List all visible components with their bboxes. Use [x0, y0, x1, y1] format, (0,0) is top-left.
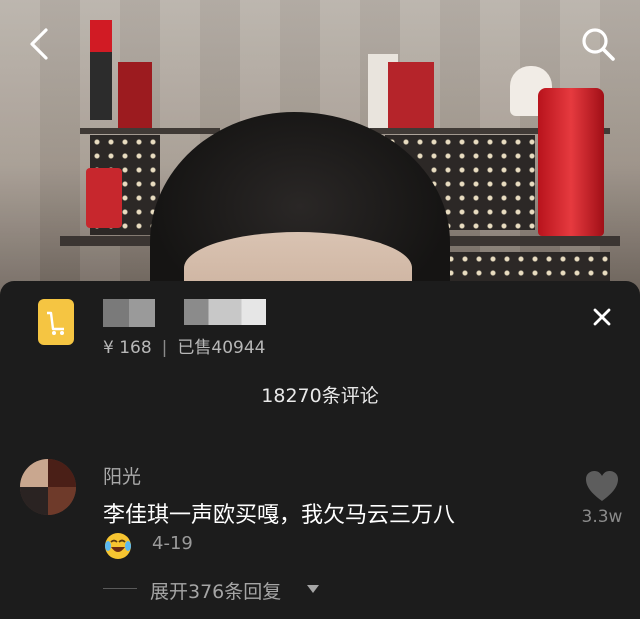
close-icon: [593, 308, 611, 326]
avatar[interactable]: [20, 459, 76, 515]
comment-text: 李佳琪一声欧买嘎，我欠马云三万八: [103, 503, 456, 528]
divider: |: [161, 338, 168, 358]
product-cart-button[interactable]: [38, 299, 74, 345]
heart-icon: [586, 471, 618, 501]
comment-username[interactable]: 阳光: [103, 462, 141, 489]
product-name-blurred: [103, 299, 155, 327]
caret-down-icon: [307, 585, 319, 593]
expand-replies-button[interactable]: 展开376条回复: [150, 577, 281, 604]
cosmetics-rack: [430, 252, 610, 282]
search-button[interactable]: [578, 24, 618, 64]
decor-item: [86, 168, 122, 228]
close-button[interactable]: [588, 303, 616, 331]
product-name-blurred: [184, 299, 266, 325]
shelf: [80, 128, 220, 134]
laughing-crying-emoji-icon: [105, 533, 131, 559]
back-button[interactable]: [22, 26, 58, 62]
video-background: [0, 0, 640, 300]
product-meta: ¥ 168 | 已售40944: [103, 333, 266, 358]
divider-line: [103, 588, 137, 589]
comment-date: 4-19: [152, 533, 193, 554]
decor-box: [388, 62, 434, 128]
decor-panel: [118, 62, 152, 128]
product-sold-count: 已售40944: [177, 338, 266, 358]
like-count: 3.3w: [581, 507, 623, 527]
comment-count-title: 18270条评论: [261, 385, 379, 407]
giant-lipstick-decor: [538, 88, 604, 236]
comment-sheet: ¥ 168 | 已售40944 18270条评论 阳光 李佳琪一声欧买嘎，我欠马云三…: [0, 281, 640, 619]
like-button[interactable]: [584, 469, 620, 503]
lipstick-decor: [90, 20, 112, 120]
back-arrow-icon: [30, 28, 48, 60]
search-icon: [582, 28, 615, 61]
shopping-cart-icon: [47, 311, 64, 335]
product-price: ¥ 168: [103, 338, 152, 358]
